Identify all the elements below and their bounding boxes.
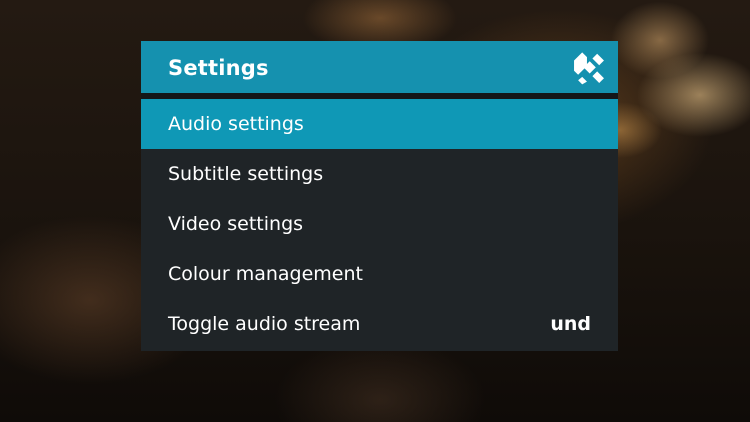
audio-stream-value: und xyxy=(550,313,591,335)
menu-item-audio-settings[interactable]: Audio settings xyxy=(141,99,618,149)
menu-item-label: Toggle audio stream xyxy=(168,313,361,335)
dialog-header: Settings xyxy=(141,41,618,93)
dialog-title: Settings xyxy=(168,56,269,80)
settings-dialog: Settings Audio settings Subtitle setting… xyxy=(141,41,618,351)
menu-item-video-settings[interactable]: Video settings xyxy=(141,199,618,249)
menu-item-label: Subtitle settings xyxy=(168,163,324,185)
menu-item-label: Video settings xyxy=(168,213,304,235)
kodi-logo-icon xyxy=(574,52,604,85)
menu-item-label: Colour management xyxy=(168,263,363,285)
menu-item-toggle-audio-stream[interactable]: Toggle audio stream und xyxy=(141,299,618,349)
settings-menu-list: Audio settings Subtitle settings Video s… xyxy=(141,99,618,349)
menu-item-colour-management[interactable]: Colour management xyxy=(141,249,618,299)
menu-item-label: Audio settings xyxy=(168,113,304,135)
menu-item-subtitle-settings[interactable]: Subtitle settings xyxy=(141,149,618,199)
